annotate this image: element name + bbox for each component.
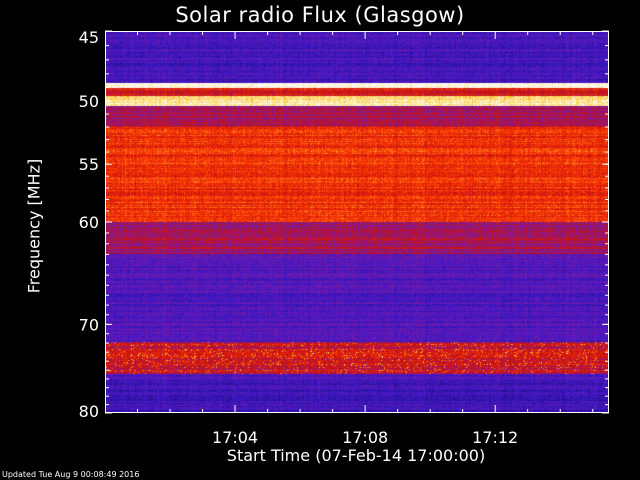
y-tick-label-70: 70 [79, 315, 99, 334]
chart-axes: 45 50 55 60 70 80 17:04 17:08 17:12 [79, 28, 609, 447]
updated-timestamp: Updated Tue Aug 9 00:08:49 2016 [2, 470, 140, 479]
y-tick-label-50: 50 [79, 92, 99, 111]
x-tick-label-17:12: 17:12 [472, 428, 518, 447]
y-tick-label-55: 55 [79, 155, 99, 174]
y-axis-label: Frequency [MHz] [24, 158, 44, 294]
x-tick-label-17:04: 17:04 [212, 428, 258, 447]
y-axis: 45 50 55 60 70 80 [79, 28, 609, 421]
x-axis: 17:04 17:08 17:12 [137, 31, 594, 447]
y-tick-label-45: 45 [79, 28, 99, 47]
y-tick-label-60: 60 [79, 213, 99, 232]
y-tick-label-80: 80 [79, 402, 99, 421]
x-tick-label-17:08: 17:08 [342, 428, 388, 447]
x-axis-label: Start Time (07-Feb-14 17:00:00) [226, 446, 486, 465]
